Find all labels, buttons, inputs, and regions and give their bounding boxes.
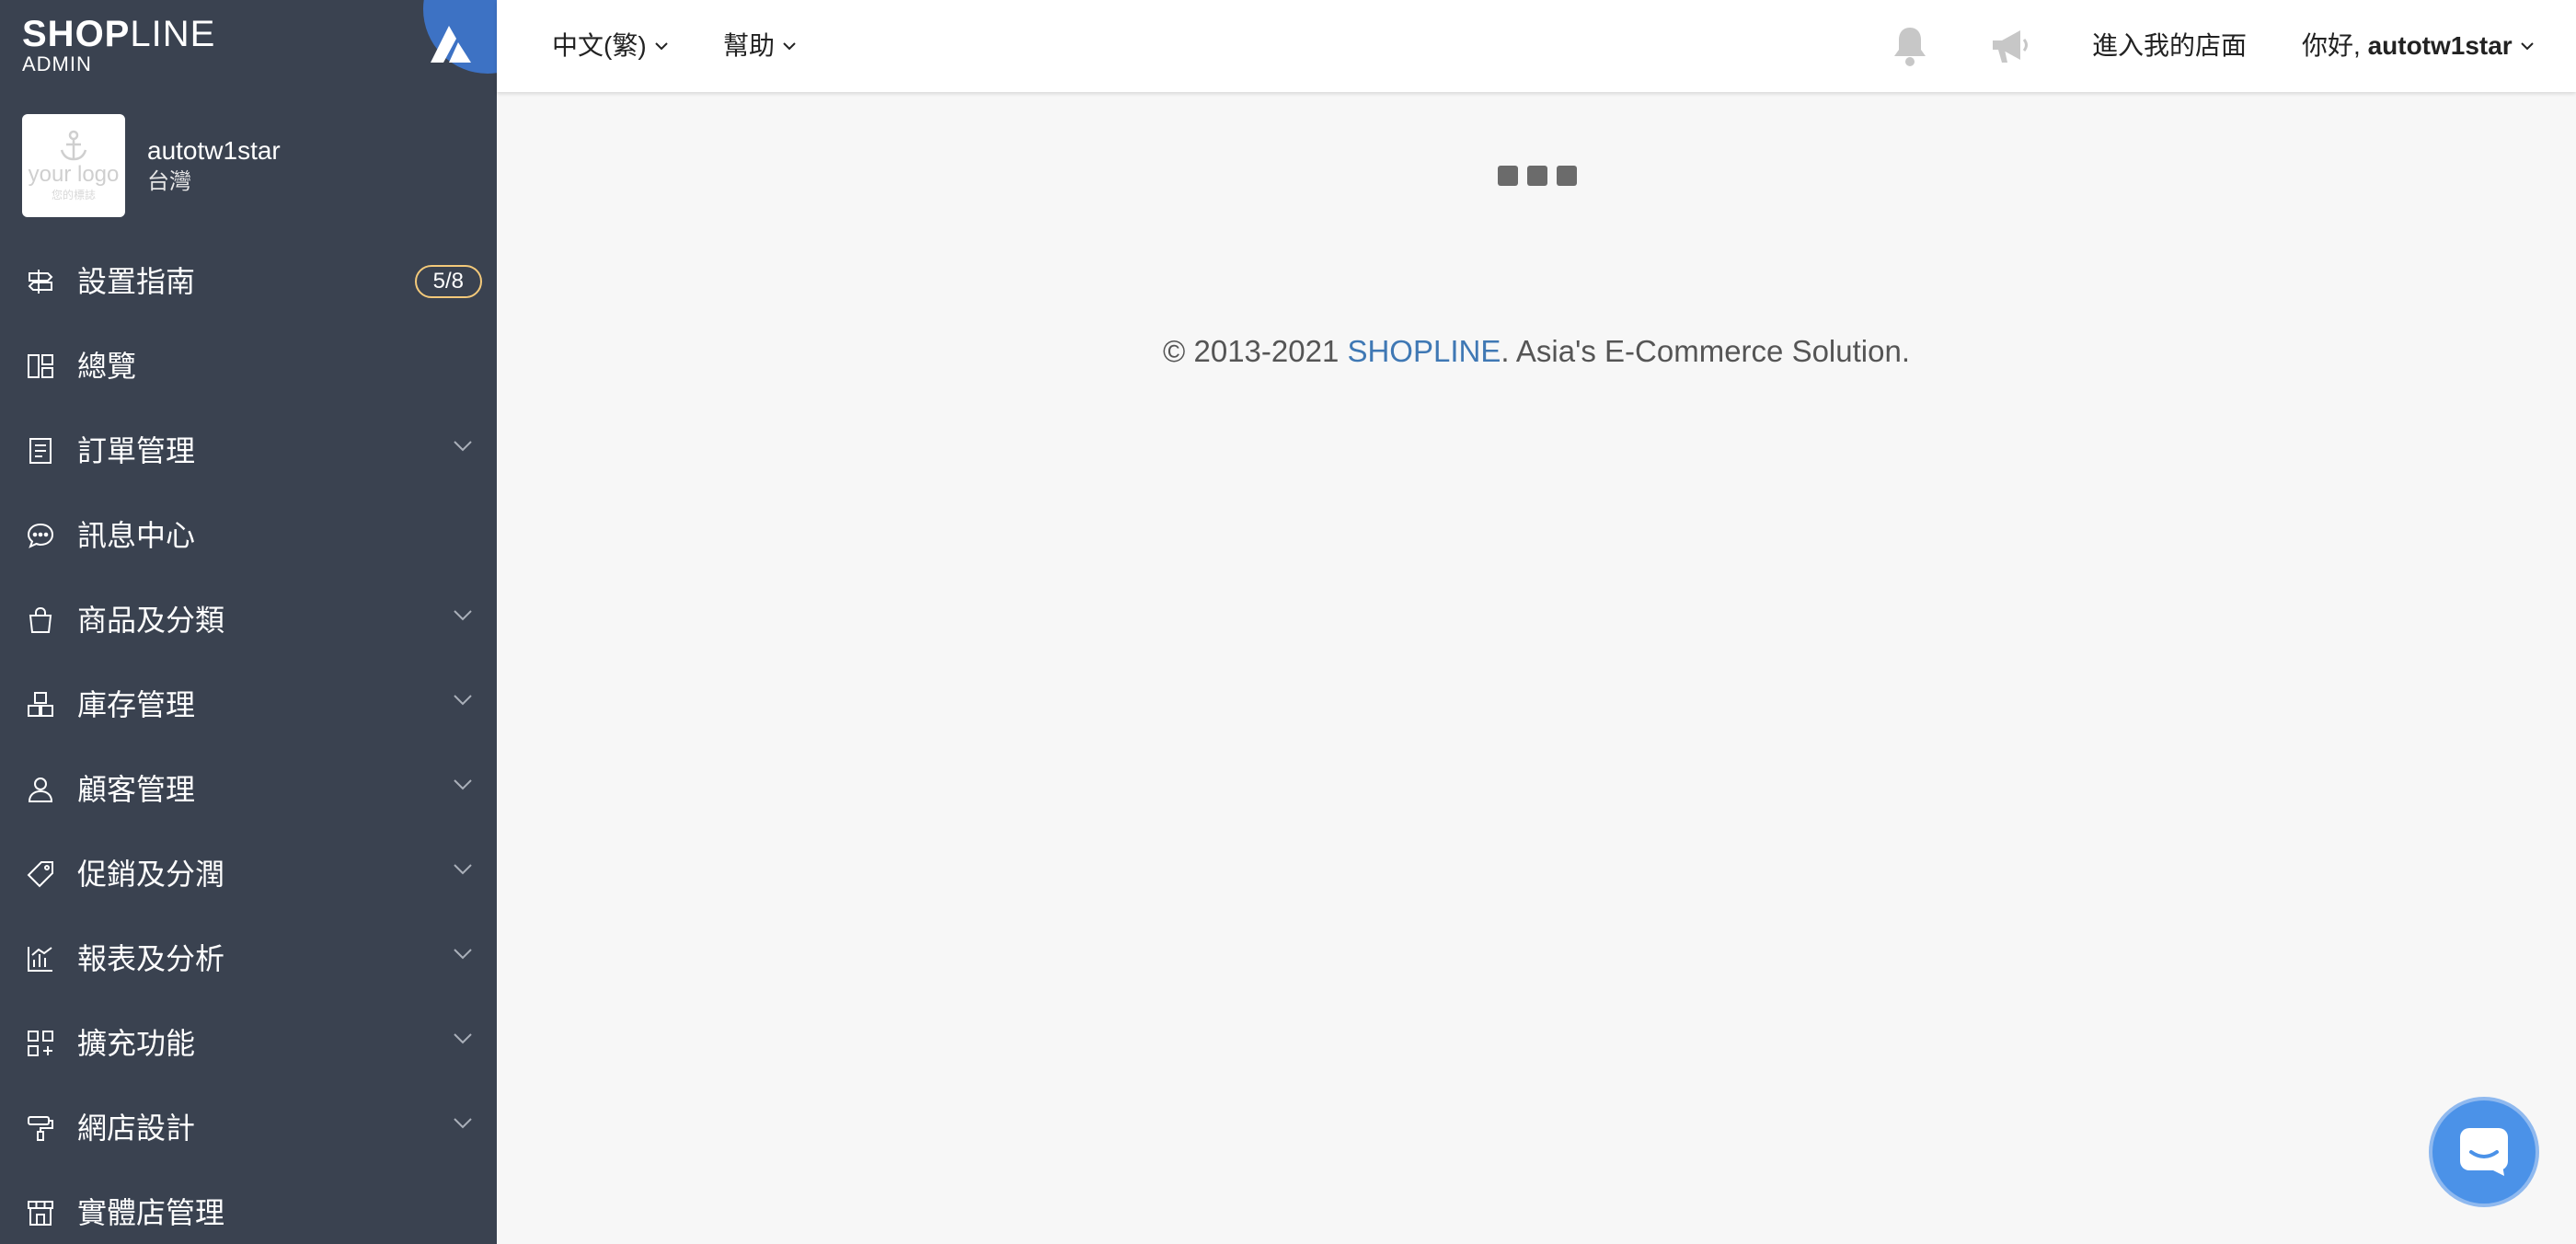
- dashboard-icon: [26, 351, 55, 381]
- store-logo: your logo 您的標誌: [22, 114, 125, 217]
- apps-icon: [26, 1029, 55, 1058]
- sidebar-item-label: 庫存管理: [77, 688, 196, 721]
- order-icon: [26, 436, 55, 466]
- signpost-icon: [26, 267, 55, 296]
- sidebar-item-overview[interactable]: 總覽: [0, 324, 497, 409]
- greeting-prefix: 你好,: [2302, 31, 2368, 60]
- sidebar-item-setup-guide[interactable]: 設置指南 5/8: [0, 239, 497, 324]
- sidebar-item-products[interactable]: 商品及分類: [0, 578, 497, 662]
- inventory-icon: [26, 690, 55, 720]
- sidebar-item-inventory[interactable]: 庫存管理: [0, 662, 497, 747]
- sidebar-item-reports[interactable]: 報表及分析: [0, 916, 497, 1001]
- brand-logo: SHOPLINE: [22, 14, 216, 54]
- chevron-down-icon: [454, 1118, 472, 1129]
- help-dropdown[interactable]: 幫助: [723, 28, 797, 64]
- user-menu-dropdown[interactable]: 你好, autotw1star: [2302, 28, 2535, 64]
- tag-icon: [26, 859, 55, 889]
- top-bar: 中文(繁) 幫助 進入我的店面 你好, autotw1star: [497, 0, 2576, 92]
- loading-dot: [1557, 166, 1577, 186]
- chevron-down-icon: [654, 42, 668, 51]
- copyright-text: © 2013-2021: [1163, 334, 1348, 368]
- shopping-bag-icon: [26, 605, 55, 635]
- sidebar-item-label: 促銷及分潤: [77, 858, 225, 891]
- footer: © 2013-2021 SHOPLINE. Asia's E-Commerce …: [497, 333, 2576, 370]
- paint-roller-icon: [26, 1113, 55, 1143]
- logo-placeholder-caption: 您的標誌: [51, 188, 96, 202]
- chevron-down-icon: [454, 441, 472, 452]
- sidebar-item-messages[interactable]: 訊息中心: [0, 493, 497, 578]
- setup-progress-badge: 5/8: [414, 265, 482, 298]
- corner-logo-icon[interactable]: [429, 24, 473, 64]
- brand-subtitle: ADMIN: [22, 52, 92, 75]
- enter-store-label: 進入我的店面: [2092, 31, 2248, 60]
- loading-indicator: [1498, 166, 1586, 186]
- sidebar-item-label: 商品及分類: [77, 604, 225, 637]
- sidebar-item-apps[interactable]: 擴充功能: [0, 1001, 497, 1086]
- user-icon: [26, 775, 55, 804]
- store-profile[interactable]: your logo 您的標誌 autotw1star 台灣: [22, 114, 281, 217]
- store-info: autotw1star 台灣: [147, 134, 281, 197]
- sidebar-item-design[interactable]: 網店設計: [0, 1086, 497, 1170]
- chat-bubble-icon: [26, 521, 55, 550]
- chevron-down-icon: [454, 610, 472, 621]
- enter-store-link[interactable]: 進入我的店面: [2092, 28, 2247, 64]
- help-label: 幫助: [723, 31, 776, 60]
- chevron-down-icon: [454, 779, 472, 790]
- sidebar-item-label: 報表及分析: [77, 942, 225, 975]
- sidebar: SHOPLINE ADMIN your logo 您的標誌 autotw1sta…: [0, 0, 497, 1244]
- anchor-icon: [60, 130, 87, 160]
- sidebar-item-label: 設置指南: [77, 265, 196, 298]
- bell-icon[interactable]: [1886, 22, 1934, 70]
- loading-dot: [1527, 166, 1547, 186]
- sidebar-item-retail-store[interactable]: 實體店管理: [0, 1170, 497, 1244]
- footer-tagline: . Asia's E-Commerce Solution.: [1501, 334, 1910, 368]
- chat-icon: [2460, 1128, 2508, 1176]
- sidebar-item-label: 實體店管理: [77, 1196, 225, 1229]
- language-dropdown[interactable]: 中文(繁): [552, 28, 669, 64]
- loading-dot: [1498, 166, 1518, 186]
- sidebar-item-customers[interactable]: 顧客管理: [0, 747, 497, 832]
- language-label: 中文(繁): [552, 31, 647, 60]
- store-name: autotw1star: [147, 136, 281, 165]
- chevron-down-icon: [454, 949, 472, 960]
- chevron-down-icon: [783, 42, 796, 51]
- logo-placeholder-text: your logo: [28, 161, 120, 187]
- shopline-link[interactable]: SHOPLINE: [1347, 334, 1501, 368]
- chevron-down-icon: [454, 695, 472, 706]
- brand[interactable]: SHOPLINE ADMIN: [22, 15, 215, 75]
- sidebar-nav: 設置指南 5/8 總覽 訂單管理 訊息中心 商品及分類 庫存管理 顧客管理 促銷…: [0, 239, 497, 1244]
- megaphone-icon[interactable]: [1985, 22, 2033, 70]
- chevron-down-icon: [454, 1033, 472, 1044]
- chevron-down-icon: [454, 864, 472, 875]
- sidebar-item-label: 網店設計: [77, 1112, 196, 1145]
- store-icon: [26, 1198, 55, 1227]
- chevron-down-icon: [2521, 42, 2534, 51]
- sidebar-item-label: 顧客管理: [77, 773, 196, 806]
- sidebar-item-label: 擴充功能: [77, 1027, 196, 1060]
- username: autotw1star: [2367, 31, 2513, 60]
- sidebar-item-label: 總覽: [77, 350, 137, 383]
- sidebar-item-label: 訂單管理: [77, 434, 196, 467]
- store-region: 台灣: [147, 169, 191, 194]
- chart-icon: [26, 944, 55, 973]
- sidebar-item-promotions[interactable]: 促銷及分潤: [0, 832, 497, 916]
- sidebar-item-label: 訊息中心: [77, 519, 196, 552]
- live-chat-button[interactable]: [2429, 1097, 2539, 1207]
- sidebar-item-orders[interactable]: 訂單管理: [0, 409, 497, 493]
